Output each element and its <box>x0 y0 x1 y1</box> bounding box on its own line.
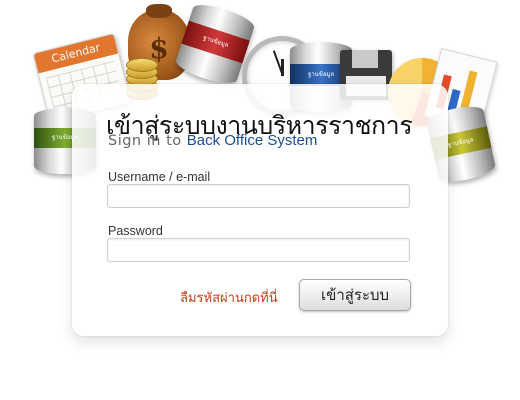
database-red-label: ฐานข้อมูล <box>181 20 250 64</box>
floppy-shutter <box>352 50 378 68</box>
forgot-password-link[interactable]: ลืมรหัสผ่านกดที่นี่ <box>180 287 278 308</box>
password-label: Password <box>108 224 163 238</box>
username-label: Username / e-mail <box>108 170 211 184</box>
page-subtitle: Sign in to Back Office System <box>108 132 317 149</box>
password-input[interactable] <box>107 238 410 262</box>
login-panel: เข้าสู่ระบบงานบริหารราชการ Sign in to Ba… <box>72 84 448 336</box>
subtitle-brand: Back Office System <box>186 132 318 149</box>
subtitle-prefix: Sign in to <box>108 133 187 149</box>
login-button[interactable]: เข้าสู่ระบบ <box>299 279 411 311</box>
username-input[interactable] <box>107 184 410 208</box>
money-bag-tie <box>146 4 172 18</box>
